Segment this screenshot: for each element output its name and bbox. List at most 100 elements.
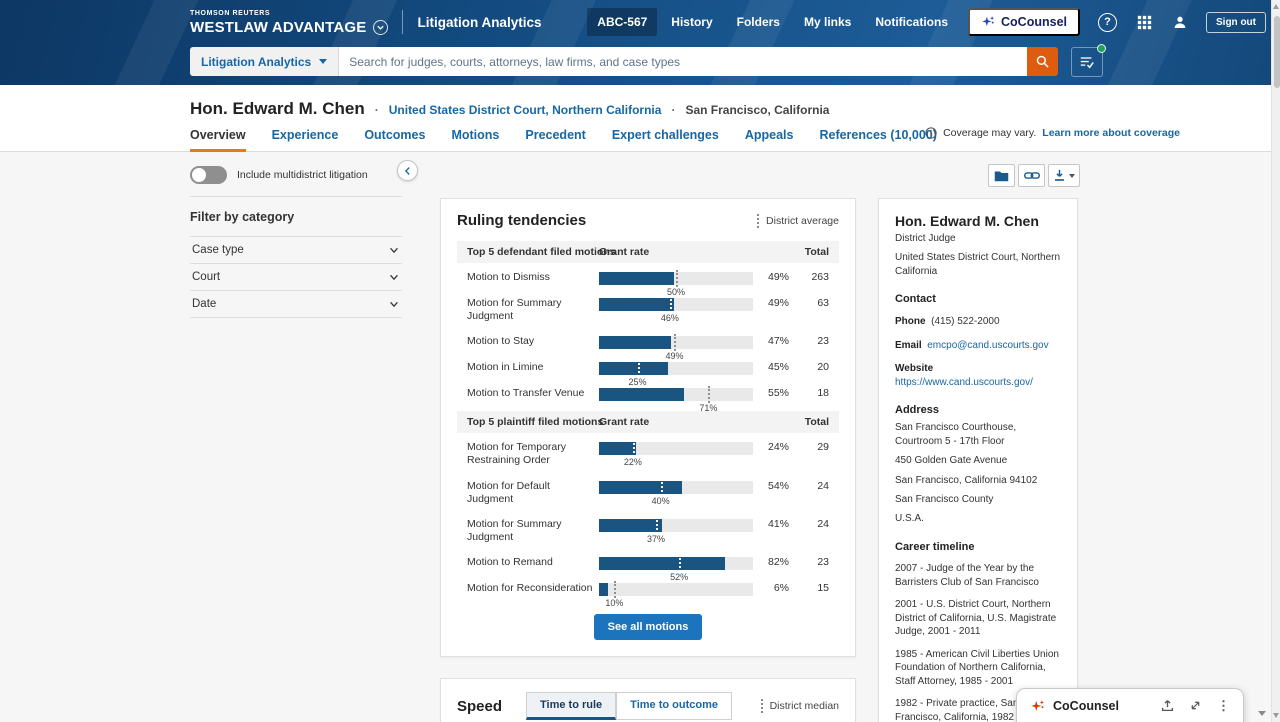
research-list-button[interactable] xyxy=(1071,47,1103,77)
grant-rate-value: 49% xyxy=(753,271,789,283)
user-account-icon[interactable] xyxy=(1164,10,1196,34)
column-header-motions: Top 5 plaintiff filed motions xyxy=(467,416,599,428)
bar-fill xyxy=(599,388,684,401)
filter-accordion-item[interactable]: Court xyxy=(190,264,402,291)
motion-row: Motion for Summary Judgment 37% 41% 24 xyxy=(457,516,839,554)
total-value: 263 xyxy=(789,271,829,283)
folder-button[interactable] xyxy=(988,164,1015,187)
website-link[interactable]: https://www.cand.uscourts.gov/ xyxy=(895,377,1033,388)
list-check-icon xyxy=(1079,54,1095,70)
copy-link-button[interactable] xyxy=(1018,164,1045,187)
grant-rate-bar: 49% xyxy=(599,336,753,349)
court-link[interactable]: United States District Court, Northern C… xyxy=(389,103,662,117)
expand-icon[interactable] xyxy=(1189,699,1202,712)
cocounsel-widget[interactable]: CoCounsel ⋮ xyxy=(1016,688,1244,722)
scrollbar-thumb[interactable] xyxy=(1274,16,1280,88)
website-label: Website xyxy=(895,363,933,374)
upload-icon[interactable] xyxy=(1161,699,1174,712)
scrollbar-down-arrow[interactable] xyxy=(1273,713,1279,718)
scroll-down-hint-icon xyxy=(1258,711,1266,716)
tab[interactable]: Expert challenges xyxy=(612,128,719,152)
nav-item[interactable]: History xyxy=(661,8,722,36)
tab[interactable]: Overview xyxy=(190,128,246,152)
speed-tab[interactable]: Time to outcome xyxy=(616,692,732,720)
district-median-legend: District median xyxy=(761,699,839,713)
client-id-button[interactable]: ABC-567 xyxy=(587,8,657,36)
total-value: 24 xyxy=(789,480,829,492)
tab[interactable]: Motions xyxy=(451,128,499,152)
vertical-scrollbar[interactable] xyxy=(1271,0,1280,722)
judge-name: Hon. Edward M. Chen xyxy=(895,213,1061,229)
column-header-grant-rate: Grant rate xyxy=(599,246,753,258)
multidistrict-toggle-label: Include multidistrict litigation xyxy=(237,169,368,181)
column-header-total: Total xyxy=(789,246,829,258)
tab[interactable]: References (10,000) xyxy=(819,128,936,152)
motion-row: Motion to Stay 49% 47% 23 xyxy=(457,333,839,359)
scrollbar-up-arrow[interactable] xyxy=(1273,4,1279,9)
motion-label: Motion to Dismiss xyxy=(467,271,599,284)
filter-accordion-item[interactable]: Date xyxy=(190,291,402,318)
search-button[interactable] xyxy=(1027,47,1058,76)
filter-accordion-item[interactable]: Case type xyxy=(190,237,402,264)
help-icon[interactable]: ? xyxy=(1098,13,1117,32)
total-value: 63 xyxy=(789,297,829,309)
kebab-menu-icon[interactable]: ⋮ xyxy=(1217,699,1230,712)
cocounsel-button[interactable]: CoCounsel xyxy=(968,8,1080,36)
tab[interactable]: Experience xyxy=(272,128,339,152)
district-average-marker xyxy=(614,581,616,598)
district-average-value: 37% xyxy=(647,534,665,544)
coverage-learn-more-link[interactable]: Learn more about coverage xyxy=(1042,127,1180,139)
nav-item[interactable]: Folders xyxy=(727,8,790,36)
nav-item[interactable]: Notifications xyxy=(865,8,958,36)
bar-fill xyxy=(599,481,682,494)
multidistrict-toggle[interactable] xyxy=(190,166,227,184)
toggle-knob xyxy=(192,168,206,182)
page-title: Hon. Edward M. Chen xyxy=(190,99,365,119)
download-button[interactable] xyxy=(1048,164,1080,187)
judge-title: District Judge xyxy=(895,233,1061,244)
motion-section: Top 5 defendant filed motions Grant rate… xyxy=(457,241,839,411)
district-average-value: 22% xyxy=(624,457,642,467)
motion-section: Top 5 plaintiff filed motions Grant rate… xyxy=(457,411,839,606)
bar-fill xyxy=(599,336,671,349)
main-column: Ruling tendencies District average Top 5… xyxy=(440,198,856,722)
grant-rate-bar: 22% xyxy=(599,442,753,455)
motion-row: Motion to Remand 52% 82% 23 xyxy=(457,554,839,580)
search-scope-dropdown[interactable]: Litigation Analytics xyxy=(190,47,339,76)
tab[interactable]: Precedent xyxy=(525,128,585,152)
tab[interactable]: Outcomes xyxy=(364,128,425,152)
tab[interactable]: Appeals xyxy=(745,128,794,152)
westlaw-brand[interactable]: THOMSON REUTERS WESTLAW ADVANTAGE xyxy=(190,10,388,35)
district-average-legend: District average xyxy=(757,214,839,228)
filter-list: Case type Court Date xyxy=(190,237,402,318)
grant-rate-value: 6% xyxy=(753,582,789,594)
sign-out-button[interactable]: Sign out xyxy=(1206,12,1266,33)
search-icon xyxy=(1035,54,1050,69)
career-entry: 2007 - Judge of the Year by the Barriste… xyxy=(895,562,1061,589)
grant-rate-value: 47% xyxy=(753,335,789,347)
ruling-sections: Top 5 defendant filed motions Grant rate… xyxy=(457,241,839,606)
search-input[interactable] xyxy=(339,47,1027,76)
speed-tab[interactable]: Time to rule xyxy=(526,692,616,720)
cocounsel-widget-label: CoCounsel xyxy=(1053,699,1119,713)
address-lines: San Francisco Courthouse, Courtroom 5 - … xyxy=(895,421,1061,526)
separator-dot: · xyxy=(671,103,675,117)
breadcrumb: Hon. Edward M. Chen · United States Dist… xyxy=(0,85,1280,119)
phone-value: (415) 522-2000 xyxy=(931,316,999,327)
legend-label: District median xyxy=(770,700,839,712)
district-average-marker xyxy=(676,270,678,287)
career-entry: 1985 - American Civil Liberties Union Fo… xyxy=(895,648,1061,689)
sidebar-collapse-button[interactable] xyxy=(397,160,418,181)
coverage-text: Coverage may vary. xyxy=(943,127,1036,139)
app-grid-icon[interactable] xyxy=(1129,11,1160,34)
bar-fill xyxy=(599,272,674,285)
motion-label: Motion to Stay xyxy=(467,335,599,348)
email-link[interactable]: emcpo@cand.uscourts.gov xyxy=(927,340,1048,351)
district-average-marker xyxy=(679,555,681,572)
header-divider xyxy=(402,10,403,34)
nav-item[interactable]: My links xyxy=(794,8,861,36)
brand-dropdown-icon[interactable] xyxy=(373,20,388,35)
total-value: 24 xyxy=(789,518,829,530)
dashed-marker-icon xyxy=(761,699,763,713)
see-all-motions-button[interactable]: See all motions xyxy=(594,614,703,640)
